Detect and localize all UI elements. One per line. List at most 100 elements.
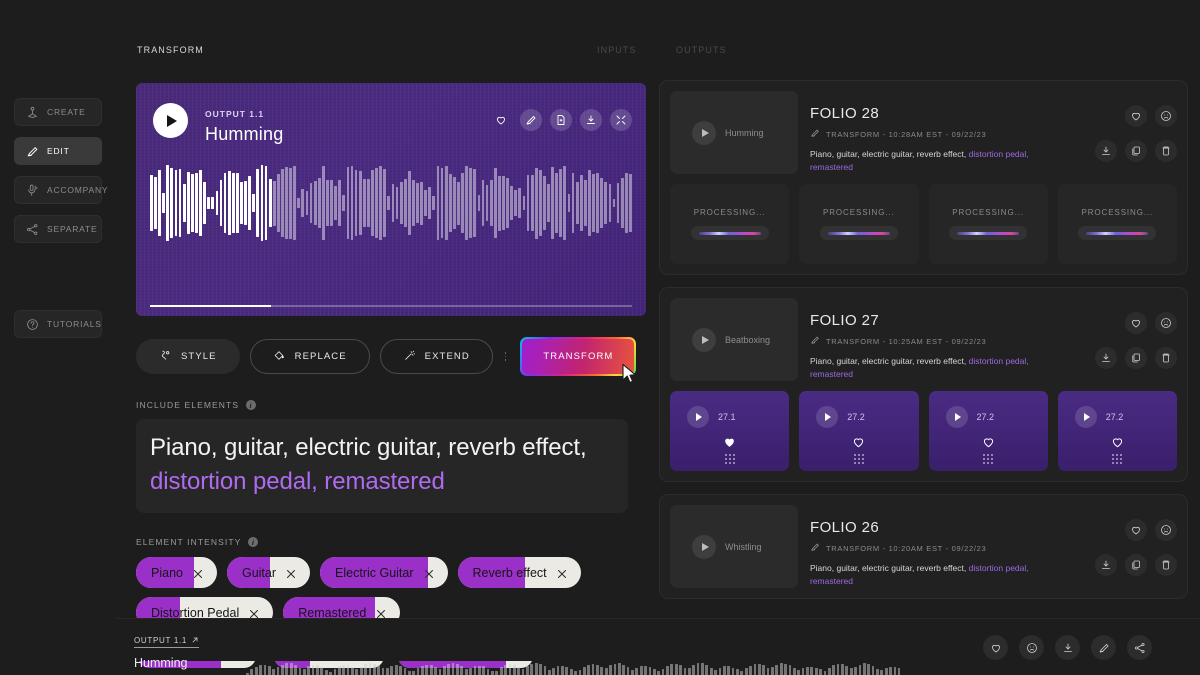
close-icon[interactable] bbox=[192, 567, 204, 579]
folio-thumbnail[interactable]: Beatboxing bbox=[670, 298, 798, 381]
close-icon[interactable] bbox=[375, 607, 387, 619]
collapse-icon[interactable] bbox=[610, 109, 632, 131]
copy-icon[interactable] bbox=[1125, 347, 1147, 369]
intensity-chip[interactable]: Piano bbox=[136, 557, 217, 589]
extend-button[interactable]: EXTEND bbox=[379, 339, 493, 374]
player-meta: OUTPUT 1.1 Humming bbox=[205, 109, 283, 145]
folio-card: Whistling FOLIO 26 TRANSFORM - 10:20AM EST… bbox=[659, 494, 1188, 599]
question-circle-icon bbox=[25, 317, 39, 331]
waveform[interactable] bbox=[150, 163, 632, 243]
drag-handle-icon[interactable] bbox=[670, 454, 789, 464]
play-icon[interactable] bbox=[692, 120, 716, 145]
include-elements-label: INCLUDE ELEMENTS bbox=[136, 400, 240, 410]
copy-icon[interactable] bbox=[1125, 140, 1147, 162]
sad-face-icon[interactable] bbox=[1019, 635, 1044, 660]
sidebar-item-separate[interactable]: SEPARATE bbox=[14, 215, 102, 243]
replace-button[interactable]: REPLACE bbox=[249, 339, 370, 374]
info-icon[interactable]: i bbox=[248, 537, 259, 548]
extend-label: EXTEND bbox=[424, 351, 470, 362]
processing-card: PROCESSING... bbox=[670, 184, 790, 264]
folio-icon-row-top bbox=[1125, 105, 1177, 127]
play-button[interactable] bbox=[153, 103, 188, 138]
close-icon[interactable] bbox=[248, 607, 260, 619]
sidebar-item-accompany[interactable]: ACCOMPANY bbox=[14, 176, 108, 204]
sidebar-item-label: CREATE bbox=[47, 107, 86, 117]
processing-progress-bar bbox=[1078, 226, 1157, 240]
heart-icon[interactable] bbox=[1125, 312, 1147, 334]
sad-face-icon[interactable] bbox=[1155, 312, 1177, 334]
dock-kicker-label: OUTPUT 1.1 bbox=[134, 636, 188, 645]
variation-card[interactable]: 27.2 bbox=[1057, 391, 1177, 471]
heart-icon[interactable] bbox=[670, 435, 789, 449]
variation-card[interactable]: 27.1 bbox=[670, 391, 790, 471]
folio-desc-plain: Piano, guitar, electric guitar, reverb e… bbox=[810, 356, 969, 366]
drag-handle-icon[interactable] bbox=[929, 454, 1048, 464]
trash-icon[interactable] bbox=[1155, 347, 1177, 369]
download-icon[interactable] bbox=[580, 109, 602, 131]
folio-thumbnail[interactable]: Whistling bbox=[670, 505, 798, 588]
variation-label: 27.2 bbox=[976, 412, 995, 422]
dock-info: OUTPUT 1.1 Humming bbox=[134, 630, 200, 670]
dock-waveform[interactable] bbox=[246, 663, 900, 675]
folio-list-panel[interactable]: Humming FOLIO 28 TRANSFORM - 10:28AM EST -… bbox=[659, 70, 1200, 675]
play-icon[interactable] bbox=[1074, 406, 1097, 428]
file-icon[interactable] bbox=[550, 109, 572, 131]
heart-icon[interactable] bbox=[929, 435, 1048, 449]
download-icon[interactable] bbox=[1095, 347, 1117, 369]
tab-inputs[interactable]: INPUTS bbox=[597, 45, 637, 55]
sidebar-item-tutorials[interactable]: TUTORIALS bbox=[14, 310, 102, 338]
drag-handle-icon[interactable] bbox=[799, 454, 918, 464]
variation-label: 27.1 bbox=[718, 412, 736, 422]
heart-icon[interactable] bbox=[490, 109, 512, 131]
drag-handle-icon[interactable] bbox=[1058, 454, 1177, 464]
heart-icon[interactable] bbox=[1125, 105, 1147, 127]
folio-thumbnail[interactable]: Humming bbox=[670, 91, 798, 174]
variation-card[interactable]: 27.2 bbox=[799, 391, 919, 471]
sidebar: CREATE EDIT ACCOMPANY SEPARATE TUTORIALS bbox=[0, 0, 116, 675]
trash-icon[interactable] bbox=[1155, 554, 1177, 576]
share-icon[interactable] bbox=[1127, 635, 1152, 660]
sidebar-item-edit[interactable]: EDIT bbox=[14, 137, 102, 165]
intensity-chip[interactable]: Guitar bbox=[226, 557, 311, 589]
sidebar-item-create[interactable]: CREATE bbox=[14, 98, 102, 126]
play-icon[interactable] bbox=[692, 327, 716, 352]
play-icon[interactable] bbox=[692, 534, 716, 559]
heart-icon[interactable] bbox=[1125, 519, 1147, 541]
processing-label: PROCESSING... bbox=[1081, 208, 1154, 217]
heart-icon[interactable] bbox=[1058, 435, 1177, 449]
transform-button[interactable]: TRANSFORM bbox=[520, 337, 637, 376]
download-icon[interactable] bbox=[1055, 635, 1080, 660]
sad-face-icon[interactable] bbox=[1155, 105, 1177, 127]
include-elements-input[interactable]: Piano, guitar, electric guitar, reverb e… bbox=[136, 419, 628, 514]
dock-output-link[interactable]: OUTPUT 1.1 bbox=[134, 636, 200, 648]
bottom-dock: OUTPUT 1.1 Humming bbox=[116, 618, 1200, 675]
copy-icon[interactable] bbox=[1125, 554, 1147, 576]
intensity-chip[interactable]: Reverb effect bbox=[457, 557, 581, 589]
folio-body: FOLIO 28 TRANSFORM - 10:28AM EST - 09/22/… bbox=[810, 91, 1177, 174]
play-icon[interactable] bbox=[945, 406, 968, 428]
folio-icon-row-bottom bbox=[1095, 554, 1177, 576]
more-options-dots[interactable] bbox=[504, 352, 507, 361]
tab-outputs[interactable]: OUTPUTS bbox=[676, 45, 727, 55]
close-icon[interactable] bbox=[423, 567, 435, 579]
info-icon[interactable]: i bbox=[246, 400, 257, 410]
download-icon[interactable] bbox=[1095, 554, 1117, 576]
variation-header: 27.2 bbox=[1058, 391, 1177, 428]
playback-scrubber[interactable] bbox=[150, 305, 632, 307]
close-icon[interactable] bbox=[556, 567, 568, 579]
pen-icon[interactable] bbox=[520, 109, 542, 131]
prompt-highlight-text: distortion pedal, remastered bbox=[150, 468, 445, 496]
sad-face-icon[interactable] bbox=[1155, 519, 1177, 541]
download-icon[interactable] bbox=[1095, 140, 1117, 162]
variation-card[interactable]: 27.2 bbox=[928, 391, 1048, 471]
intensity-chip[interactable]: Electric Guitar bbox=[320, 557, 448, 589]
heart-icon[interactable] bbox=[799, 435, 918, 449]
close-icon[interactable] bbox=[285, 567, 297, 579]
play-icon[interactable] bbox=[816, 406, 839, 428]
heart-icon[interactable] bbox=[983, 635, 1008, 660]
style-button[interactable]: STYLE bbox=[136, 339, 240, 374]
action-row: STYLE REPLACE EXTEND TRANSFORM bbox=[136, 337, 659, 384]
trash-icon[interactable] bbox=[1155, 140, 1177, 162]
play-icon[interactable] bbox=[687, 406, 709, 428]
pen-icon[interactable] bbox=[1091, 635, 1116, 660]
